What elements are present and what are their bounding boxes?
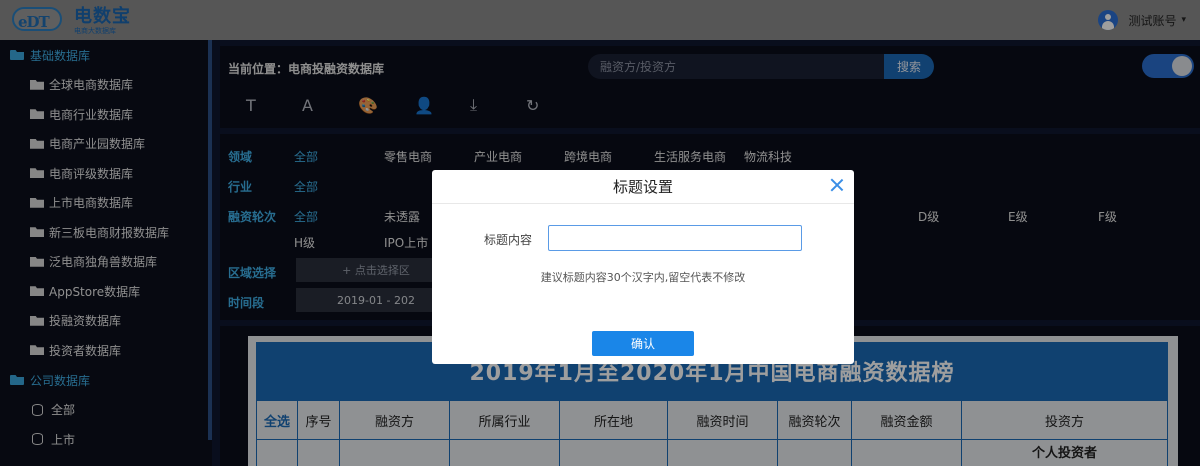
close-icon[interactable] [830,178,844,192]
confirm-button[interactable]: 确认 [592,331,694,356]
title-field-label: 标题内容 [484,233,533,247]
title-settings-dialog: 标题设置 标题内容 建议标题内容30个汉字内,留空代表不修改 确认 [432,170,854,364]
dialog-title: 标题设置 [432,170,854,204]
title-input[interactable] [548,225,802,251]
dialog-hint: 建议标题内容30个汉字内,留空代表不修改 [540,271,746,284]
